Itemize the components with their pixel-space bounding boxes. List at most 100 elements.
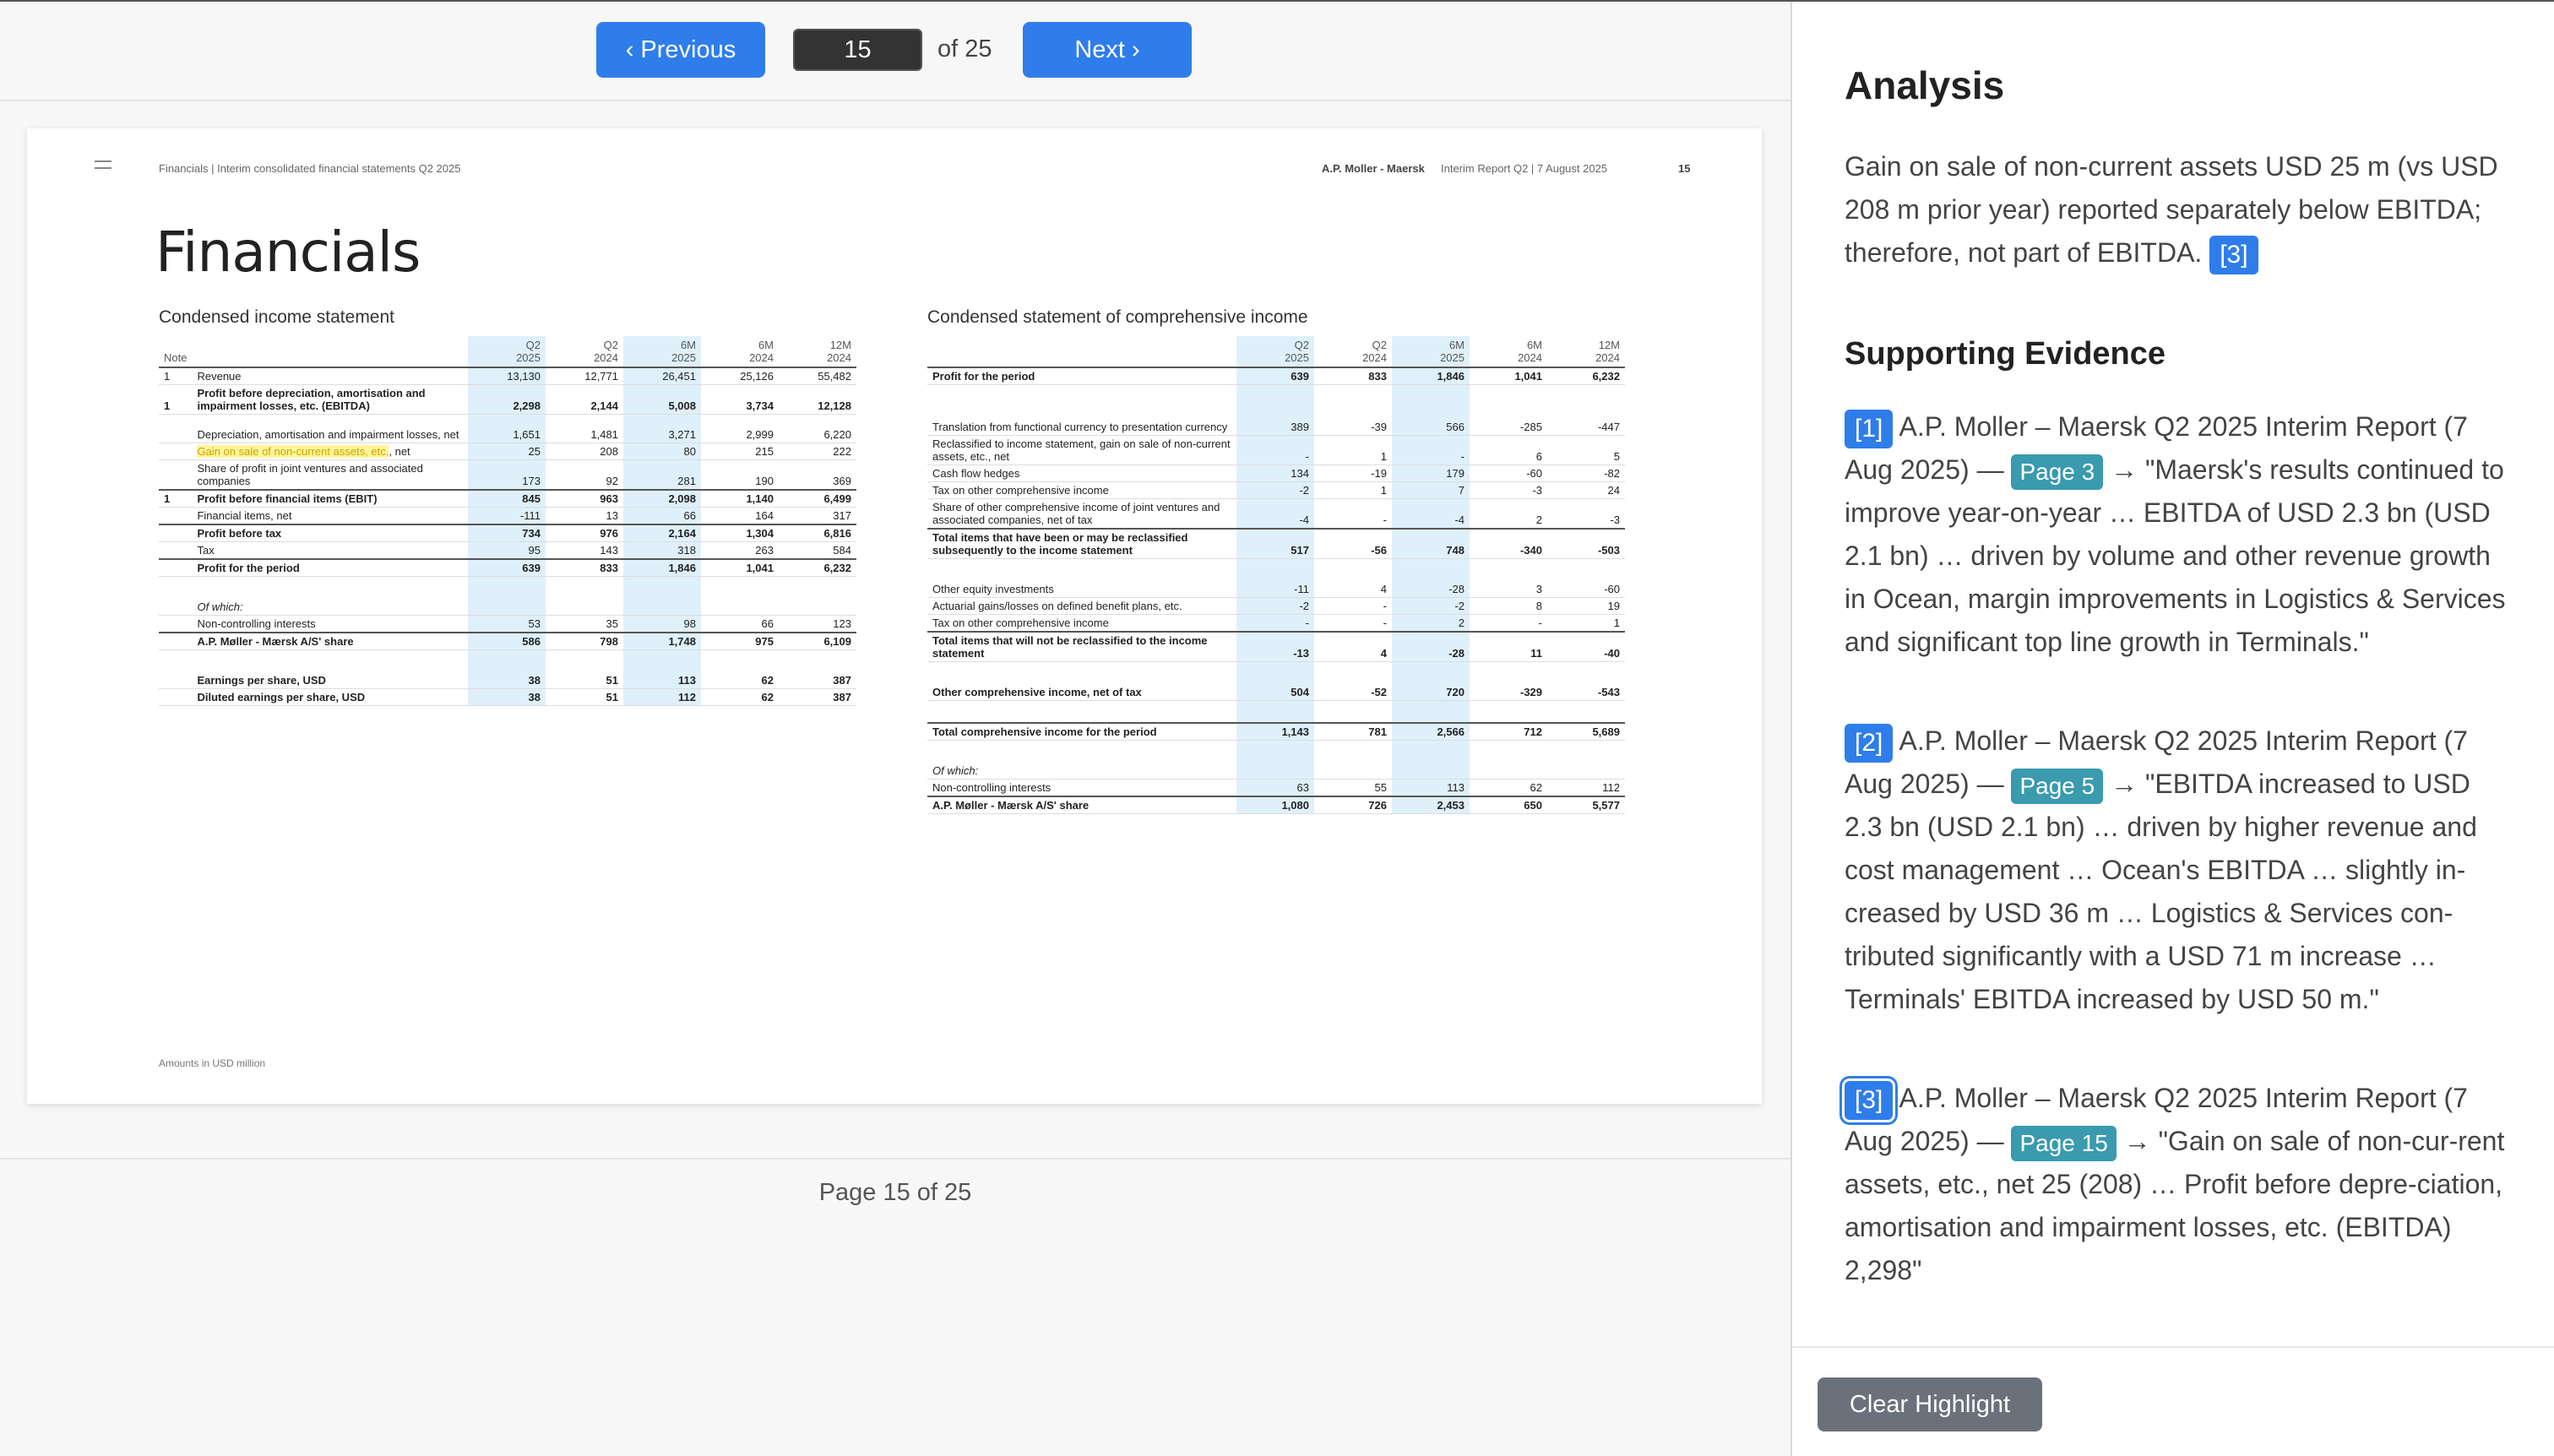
row-value: 281 — [623, 459, 701, 491]
app-window: ‹ Previous of 25 Next › Financials | Int… — [0, 0, 2554, 1456]
row-value: 976 — [546, 524, 623, 542]
table-row: Share of profit in joint ventures and as… — [159, 459, 856, 491]
citation-1-button[interactable]: [1] — [1845, 409, 1894, 448]
clear-highlight-button[interactable]: Clear Highlight — [1818, 1377, 2042, 1432]
row-label: Revenue — [192, 367, 468, 385]
row-note — [159, 632, 193, 650]
row-value: 318 — [623, 541, 701, 560]
row-value: 1,080 — [1236, 795, 1314, 814]
row-value: 4 — [1314, 631, 1392, 662]
row-value: 2 — [1392, 614, 1470, 633]
table-row: Other equity investments -11 4 -28 3 -60 — [927, 580, 1625, 598]
analysis-panel: Analysis Gain on sale of non-current ass… — [1792, 2, 2554, 1456]
row-value: -2 — [1236, 481, 1314, 499]
row-value — [1470, 559, 1547, 581]
arrow-icon: → — [2123, 1126, 2151, 1156]
table-row — [927, 740, 1625, 762]
row-note — [159, 688, 193, 706]
row-value: 13 — [546, 507, 623, 525]
row-value: 833 — [546, 558, 623, 577]
row-value — [1236, 558, 1314, 581]
row-label: Other equity investments — [927, 580, 1236, 598]
row-value: 215 — [701, 443, 779, 460]
column-header: 12M 2024 — [779, 336, 856, 368]
row-label: Profit before depreciation, amortisation… — [192, 384, 468, 415]
row-value: -11 — [1236, 580, 1314, 598]
column-year: 2025 — [671, 351, 696, 364]
row-value: 1,651 — [468, 414, 546, 443]
row-value: 6,232 — [779, 558, 856, 577]
page-number-input[interactable] — [793, 29, 922, 71]
page-indicator: Page 15 of 25 — [818, 1178, 972, 1206]
row-note — [159, 598, 193, 616]
row-value — [623, 649, 701, 672]
row-value: -39 — [1314, 406, 1392, 436]
page-footer: Page 15 of 25 — [0, 1158, 1791, 1225]
evidence-quote: "Maersk's results continued to improve y… — [1845, 454, 2506, 657]
row-label — [927, 662, 1236, 684]
row-label: Total comprehensive income for the perio… — [927, 721, 1236, 741]
row-value: 62 — [701, 688, 779, 706]
column-year: 2024 — [749, 351, 774, 364]
row-value: 712 — [1470, 721, 1547, 741]
row-note: 1 — [159, 489, 193, 508]
row-label — [927, 385, 1236, 407]
row-value: 1 — [1547, 614, 1625, 633]
table-row: Translation from functional currency to … — [927, 406, 1625, 436]
row-value — [623, 598, 701, 616]
row-value: 123 — [779, 615, 856, 633]
column-header: Q2 2024 — [546, 336, 623, 368]
row-label: Financial items, net — [192, 507, 468, 525]
row-label: Diluted earnings per share, USD — [192, 688, 468, 706]
row-note — [159, 577, 192, 599]
next-page-button[interactable]: Next › — [1023, 22, 1192, 78]
previous-page-button[interactable]: ‹ Previous — [596, 22, 765, 78]
row-value: 113 — [623, 671, 701, 689]
table-row: Of which: — [159, 598, 856, 616]
row-value — [1470, 740, 1547, 762]
page-3-link[interactable]: Page 3 — [2011, 454, 2104, 490]
row-value: 584 — [779, 541, 856, 560]
row-value: 179 — [1392, 465, 1470, 482]
row-value: 51 — [546, 688, 623, 706]
row-value — [701, 577, 779, 599]
row-value: 720 — [1392, 683, 1470, 701]
row-value — [701, 650, 779, 672]
arrow-icon: → — [2111, 454, 2138, 485]
page-15-link[interactable]: Page 15 — [2011, 1125, 2117, 1161]
row-value: 3,271 — [623, 414, 701, 443]
citation-2-button[interactable]: [2] — [1845, 723, 1894, 763]
column-year: 2025 — [516, 351, 541, 364]
row-label: A.P. Møller - Mærsk A/S' share — [927, 795, 1236, 814]
row-value: -60 — [1547, 580, 1625, 598]
row-value: -28 — [1392, 580, 1470, 598]
row-label: Share of other comprehensive income of j… — [927, 498, 1236, 530]
column-period: Q2 — [1372, 339, 1387, 351]
row-note — [159, 507, 193, 525]
comprehensive-income-title: Condensed statement of comprehensive inc… — [927, 307, 1308, 327]
row-value: 143 — [546, 541, 623, 560]
row-label: Non-controlling interests — [927, 779, 1236, 796]
row-value: - — [1314, 597, 1392, 615]
row-label: Profit before tax — [192, 524, 468, 542]
row-value: -40 — [1547, 631, 1625, 662]
table-row: Of which: — [927, 762, 1625, 780]
row-value — [546, 650, 623, 672]
comprehensive-income-table: Q2 2025 Q2 2024 6M 2025 6M 2024 12M 2024 Profit f… — [927, 336, 1625, 814]
table-row: Depreciation, amortisation and impairmen… — [159, 414, 856, 443]
analysis-citation-button[interactable]: [3] — [2209, 235, 2258, 274]
row-value: -19 — [1314, 465, 1392, 482]
row-value: 112 — [623, 688, 701, 706]
page-5-link[interactable]: Page 5 — [2011, 768, 2104, 804]
row-value: 387 — [779, 688, 856, 706]
column-header: 6M 2025 — [1392, 336, 1470, 368]
citation-3-button[interactable]: [3] — [1845, 1080, 1894, 1120]
row-value: -4 — [1392, 498, 1470, 530]
row-value: - — [1470, 614, 1547, 633]
column-header: 6M 2025 — [623, 336, 701, 368]
evidence-quote: "EBITDA increased to USD 2.3 bn (USD 2.1… — [1845, 769, 2477, 1014]
row-label: Share of profit in joint ventures and as… — [192, 459, 468, 491]
row-value: 5 — [1547, 435, 1625, 465]
row-value: 639 — [468, 558, 546, 577]
row-note — [159, 443, 193, 460]
